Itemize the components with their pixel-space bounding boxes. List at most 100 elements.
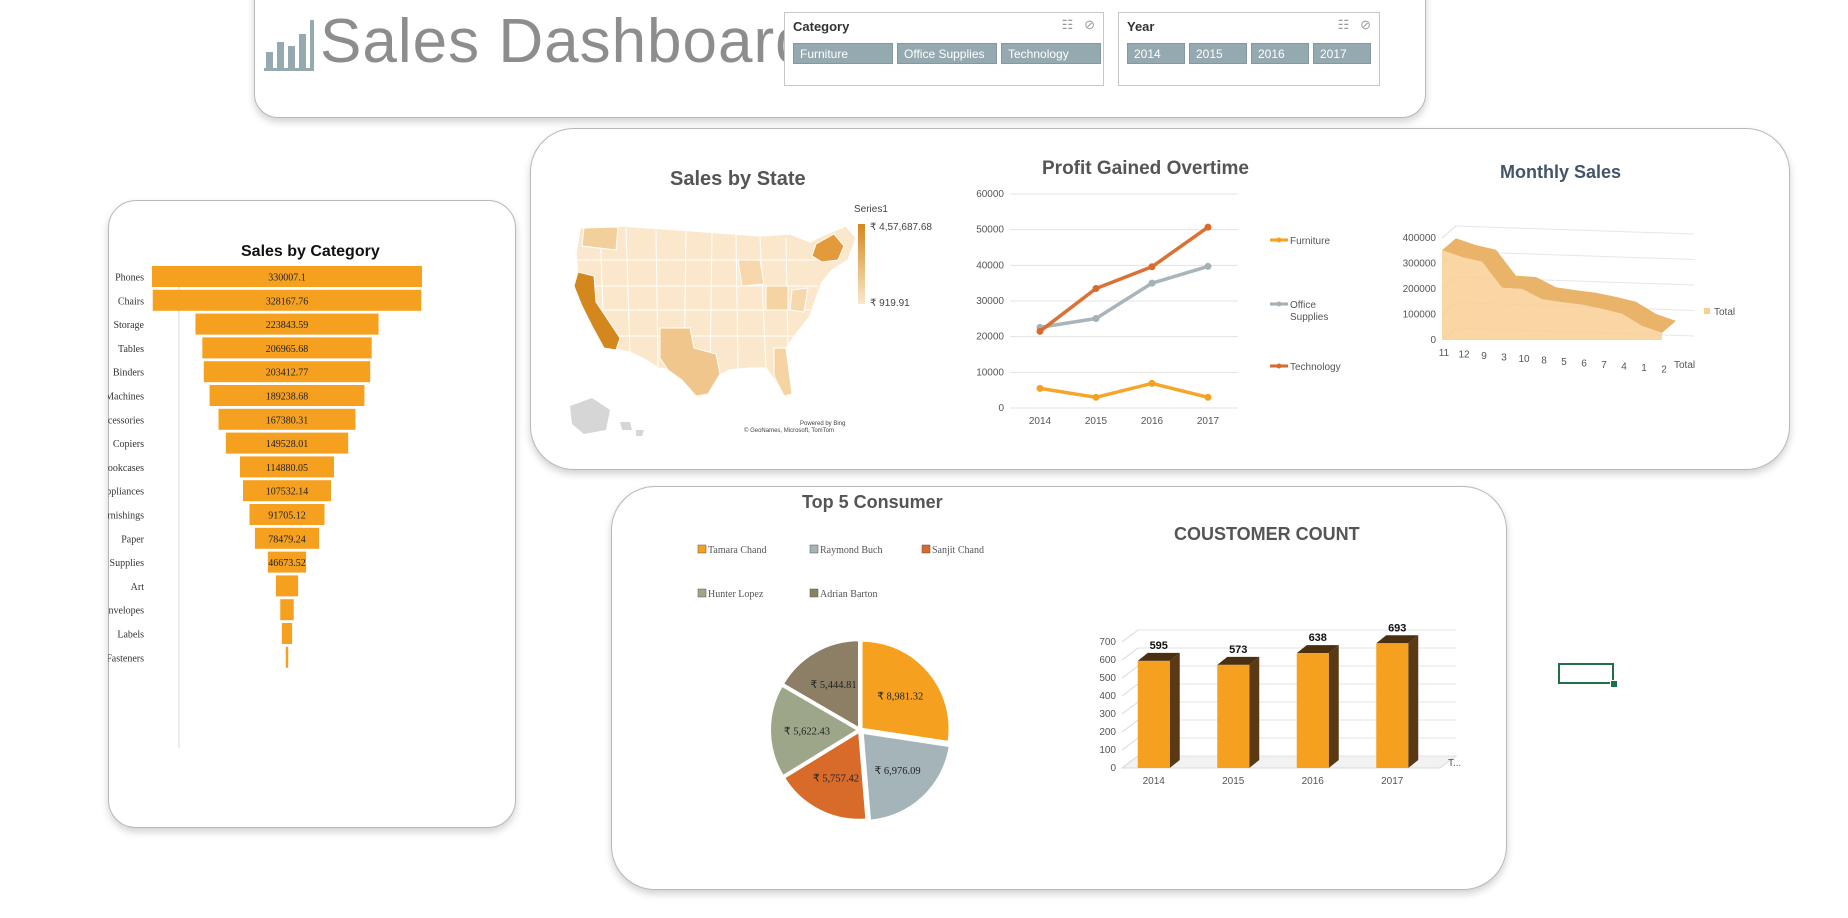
sales-by-state-title[interactable]: Sales by State (670, 168, 806, 191)
page-title: Sales Dashboard (320, 7, 811, 76)
cc-y-tick: 700 (1099, 637, 1116, 648)
funnel-category-label: Envelopes (108, 606, 144, 617)
monthly-sales-chart[interactable]: 010000020000030000040000011 12 9 3 10 8 5 6 7 4 1 2… (1370, 222, 1770, 392)
multi-select-icon[interactable]: ☷ (1062, 17, 1074, 32)
funnel-category-label: Appliances (108, 487, 144, 498)
cc-data-label: 693 (1388, 622, 1406, 634)
pie-legend-swatch (809, 544, 819, 554)
cc-bar-side (1169, 652, 1180, 768)
cc-gridline-side (1121, 683, 1139, 697)
funnel-bar-envelopes (280, 599, 294, 621)
pie-legend-label: Tamara Chand (708, 545, 766, 556)
funnel-data-label: 330007.1 (268, 273, 306, 284)
funnel-category-label: Phones (115, 273, 144, 284)
cc-y-tick: 400 (1099, 691, 1116, 702)
year-slicer-item-2016[interactable]: 2016 (1251, 43, 1309, 64)
funnel-data-label: 114880.05 (266, 463, 308, 474)
sales-by-category-title[interactable]: Sales by Category (241, 243, 380, 261)
cc-gridline-side (1121, 701, 1139, 715)
top5-consumer-title[interactable]: Top 5 Consumer (802, 492, 943, 513)
profit-y-tick: 10000 (976, 367, 1004, 378)
monthly-x-tick: 10 (1518, 354, 1530, 365)
category-slicer-item-technology[interactable]: Technology (1001, 43, 1101, 64)
profit-line-office-supplies (1039, 264, 1209, 330)
profit-point-furniture (1092, 393, 1100, 401)
multi-select-icon[interactable]: ☷ (1338, 17, 1350, 32)
funnel-data-label: 149528.01 (266, 439, 309, 450)
clear-filter-icon[interactable]: ⊘ (1360, 17, 1371, 32)
monthly-legend-label: Total (1714, 307, 1735, 318)
profit-x-tick: 2015 (1085, 416, 1108, 427)
monthly-sales-title[interactable]: Monthly Sales (1500, 162, 1621, 183)
top5-consumer-pie-chart[interactable]: ₹ 8,981.32 ₹ 6,976.09 ₹ 5,757.42 ₹ 5,622.43… (760, 630, 960, 830)
funnel-data-label: 78479.24 (268, 534, 306, 545)
profit-x-tick: 2016 (1141, 416, 1164, 427)
profit-line-technology (1038, 225, 1210, 333)
profit-point-office-supplies (1204, 262, 1212, 270)
customer-count-title[interactable]: COUSTOMER COUNT (1174, 524, 1360, 545)
year-slicer-item-2015[interactable]: 2015 (1189, 43, 1247, 64)
cc-y-tick: 200 (1099, 727, 1116, 738)
profit-point-office-supplies (1148, 279, 1156, 287)
pie-legend-label: Sanjit Chand (932, 545, 984, 556)
cc-x-tick: 2015 (1222, 776, 1245, 787)
profit-overtime-title[interactable]: Profit Gained Overtime (1042, 158, 1249, 180)
monthly-y-tick: 300000 (1403, 259, 1437, 270)
pie-legend-label: Raymond Buch (820, 545, 883, 556)
sales-by-state-map[interactable] (560, 198, 860, 438)
map-credit-bing: Powered by Bing (800, 421, 846, 427)
funnel-data-label: 189238.68 (266, 392, 309, 403)
profit-legend-label: Office Supplies (1290, 300, 1328, 323)
profit-x-tick: 2017 (1197, 416, 1220, 427)
profit-point-technology (1204, 223, 1212, 231)
cc-bar-2015 (1217, 664, 1250, 768)
pie-data-label: ₹ 5,444.81 (811, 679, 857, 691)
cc-y-tick: 100 (1099, 745, 1116, 756)
year-slicer-item-2014[interactable]: 2014 (1127, 43, 1185, 64)
profit-y-tick: 40000 (976, 260, 1004, 271)
category-slicer-item-office-supplies[interactable]: Office Supplies (897, 43, 997, 64)
cc-bar-side (1249, 656, 1260, 768)
clear-filter-icon[interactable]: ⊘ (1084, 17, 1095, 32)
cc-data-label: 595 (1150, 640, 1168, 652)
funnel-data-label: 328167.76 (266, 296, 309, 307)
funnel-category-label: Tables (118, 344, 144, 355)
monthly-x-tick: 5 (1561, 357, 1567, 368)
funnel-data-label: 203412.77 (266, 368, 309, 379)
cc-gridline-side (1121, 737, 1139, 751)
pie-legend-swatch (697, 588, 707, 598)
category-slicer-item-furniture[interactable]: Furniture (793, 43, 893, 64)
profit-y-tick: 30000 (976, 296, 1004, 307)
pie-data-label: ₹ 6,976.09 (875, 765, 921, 777)
pie-data-label: ₹ 5,622.43 (784, 726, 830, 738)
monthly-y-tick: 200000 (1403, 284, 1437, 295)
category-slicer-title: Category (793, 19, 850, 34)
fill-handle[interactable] (1610, 680, 1618, 688)
profit-y-tick: 0 (998, 403, 1004, 414)
monthly-y-tick: 100000 (1403, 310, 1437, 321)
cc-x-tick: 2014 (1143, 776, 1166, 787)
map-legend-gradient (858, 224, 865, 304)
monthly-gridline-side (1441, 225, 1457, 239)
profit-point-office-supplies (1092, 314, 1100, 322)
selected-cell[interactable] (1558, 663, 1614, 684)
bar-chart-logo-icon (264, 18, 316, 77)
funnel-category-label: Machines (108, 392, 144, 403)
map-legend-max: ₹ 4,57,687.68 (870, 222, 932, 233)
funnel-category-label: Art (131, 582, 145, 593)
funnel-category-label: Accessories (108, 415, 144, 426)
cc-gridline-side (1121, 629, 1139, 643)
profit-overtime-chart[interactable]: 0 10000 20000 30000 40000 50000 60000 2014 2015 2… (950, 182, 1350, 432)
funnel-data-label: 46673.52 (268, 558, 306, 569)
monthly-x-tick: 9 (1481, 351, 1487, 362)
funnel-bar-labels (281, 623, 293, 644)
year-slicer-item-2017[interactable]: 2017 (1313, 43, 1371, 64)
customer-count-chart[interactable]: 0 100 200 300 400 500 600 700 595 2014 573 2015 638 2… (1080, 600, 1480, 800)
map-legend-min: ₹ 919.91 (870, 298, 910, 309)
legend-marker (1276, 237, 1282, 243)
profit-x-tick: 2014 (1029, 416, 1052, 427)
sales-by-category-chart[interactable]: Phones 330007.1 Chairs 328167.76 Storage 2238… (108, 262, 512, 762)
cc-bar-side (1408, 635, 1419, 768)
cc-bar-2017 (1376, 643, 1409, 768)
funnel-category-label: Supplies (110, 558, 145, 569)
